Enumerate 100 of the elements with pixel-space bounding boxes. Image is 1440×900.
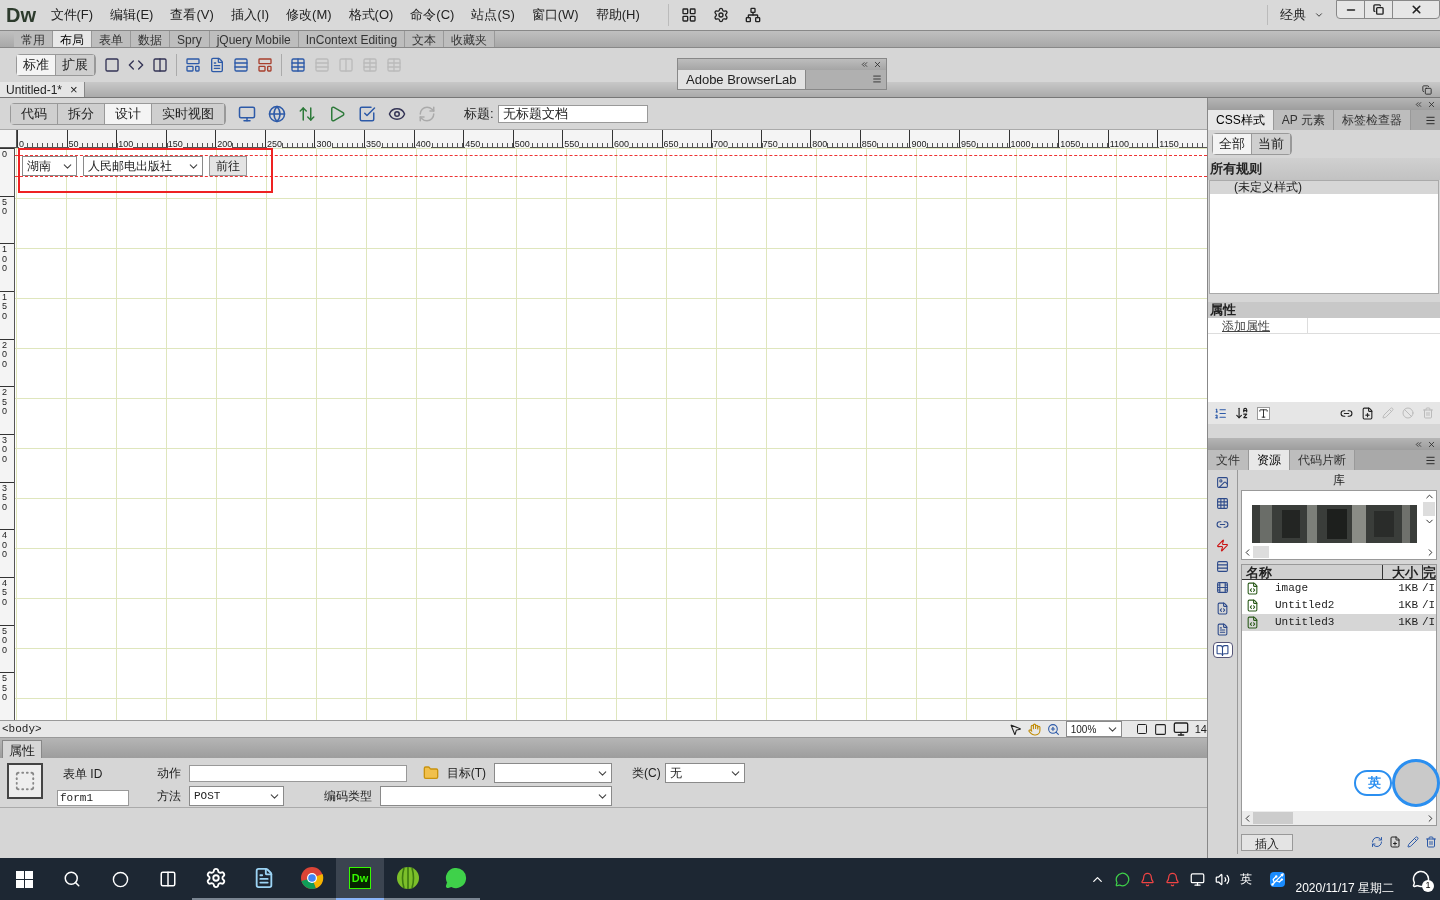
publisher-select[interactable]: 人民邮电出版社 (83, 156, 203, 176)
spry-panel-icon[interactable] (209, 57, 225, 73)
set-properties-icon[interactable] (1257, 406, 1270, 420)
notification-icon[interactable] (1412, 870, 1430, 888)
add-property-link[interactable]: 添加属性 (1208, 318, 1308, 333)
tab[interactable]: 代码片断 (1290, 450, 1355, 470)
insert-button[interactable]: 插入 (1241, 833, 1293, 851)
spry-layout-icon[interactable] (185, 57, 201, 73)
monitor-icon[interactable] (1172, 721, 1189, 737)
menu-item[interactable]: 命令(C) (401, 5, 463, 25)
chrome-icon[interactable] (300, 866, 324, 890)
action-field[interactable] (189, 764, 407, 782)
panel-tab[interactable]: Adobe BrowserLab (678, 69, 806, 89)
cortana-icon[interactable] (111, 870, 129, 888)
menu-item[interactable]: 格式(O) (340, 5, 402, 25)
view-button[interactable]: 实时视图 (152, 103, 225, 124)
menu-item[interactable]: 查看(V) (161, 5, 223, 25)
debug-icon[interactable] (328, 104, 346, 123)
collapse-icon[interactable] (1414, 439, 1423, 449)
scrollbar-thumb[interactable] (1253, 546, 1269, 558)
melon-icon[interactable] (396, 866, 420, 890)
tab[interactable]: jQuery Mobile (209, 31, 299, 47)
class-select[interactable]: 无 (664, 763, 745, 783)
window-size-icon[interactable] (1135, 723, 1148, 735)
task-view-icon[interactable] (159, 870, 177, 888)
scrollbar-thumb[interactable] (1423, 502, 1435, 516)
div-icon[interactable] (104, 57, 120, 73)
tag-selector[interactable]: <body> (0, 720, 42, 738)
enctype-select[interactable] (380, 786, 612, 806)
sort-az-icon[interactable] (1235, 406, 1249, 420)
assistant-avatar[interactable] (1392, 759, 1440, 807)
notepad-icon[interactable] (253, 867, 275, 889)
mode-button[interactable]: 扩展 (56, 55, 95, 75)
panel-menu-icon[interactable] (1425, 114, 1436, 126)
rule-item[interactable]: (未定义样式) (1210, 181, 1438, 194)
category-view-icon[interactable] (1214, 406, 1227, 420)
multiscreen-icon[interactable] (238, 104, 256, 123)
tab[interactable]: 常用 (14, 31, 53, 47)
panel-menu-icon[interactable] (872, 74, 882, 85)
asset-row[interactable]: Untitled2 1KB /I (1242, 597, 1436, 614)
pointer-icon[interactable] (1008, 722, 1022, 736)
tab[interactable]: Spry (170, 31, 210, 47)
color-grid-icon[interactable] (1216, 496, 1229, 510)
input-method[interactable]: 英 (1240, 870, 1253, 888)
trash-icon[interactable] (1425, 836, 1437, 848)
scrollbar-thumb[interactable] (1253, 812, 1293, 824)
menu-item[interactable]: 文件(F) (42, 5, 102, 25)
image-icon[interactable] (1216, 475, 1229, 489)
clock-date[interactable]: 2020/11/17 星期二 (1295, 879, 1394, 900)
mode-button[interactable]: 标准 (17, 55, 56, 75)
refresh-icon[interactable] (1371, 836, 1383, 848)
window-size-icon[interactable] (1153, 722, 1167, 736)
validate-icon[interactable] (358, 104, 376, 123)
mode-button[interactable]: 当前 (1252, 134, 1291, 154)
close-tab-button[interactable]: × (70, 83, 78, 96)
properties-tab[interactable]: 属性 (2, 740, 42, 758)
settings-icon[interactable] (713, 7, 730, 23)
search-icon[interactable] (63, 870, 81, 888)
panel-menu-icon[interactable] (1425, 454, 1436, 466)
form-id-field[interactable]: form1 (57, 789, 129, 806)
tab[interactable]: AP 元素 (1273, 110, 1334, 130)
menu-item[interactable]: 帮助(H) (587, 5, 649, 25)
title-field[interactable]: 无标题文档 (497, 104, 648, 123)
table-icon[interactable] (290, 57, 306, 73)
method-select[interactable]: POST (189, 786, 284, 806)
tab[interactable]: 文件 (1208, 450, 1249, 470)
view-button[interactable]: 代码 (11, 103, 58, 124)
asset-row[interactable]: Untitled3 1KB /I (1242, 614, 1436, 631)
view-button[interactable]: 拆分 (58, 103, 105, 124)
menu-item[interactable]: 编辑(E) (101, 5, 162, 25)
chat-bubble-icon[interactable] (445, 867, 467, 889)
document-tab[interactable]: Untitled-1* (6, 80, 63, 99)
spry-collapsible-icon[interactable] (257, 57, 273, 73)
collapse-icon[interactable] (860, 59, 869, 69)
province-select[interactable]: 湖南 (22, 156, 77, 176)
menu-item[interactable]: 修改(M) (277, 5, 341, 25)
column-header[interactable]: 大小 (1383, 565, 1423, 579)
spry-tabs-icon[interactable] (233, 57, 249, 73)
new-item-icon[interactable] (1389, 836, 1401, 848)
collapse-icon[interactable] (1414, 99, 1423, 109)
script-icon[interactable] (1216, 601, 1229, 615)
file-transfer-icon[interactable] (298, 104, 316, 123)
menu-item[interactable]: 插入(I) (222, 5, 278, 25)
asset-row[interactable]: image 1KB /I (1242, 580, 1436, 597)
book-icon[interactable] (1216, 643, 1229, 657)
mode-button[interactable]: 全部 (1213, 134, 1252, 154)
column-header[interactable]: 名称 (1242, 565, 1383, 579)
dreamweaver-icon[interactable]: Dw (349, 867, 371, 889)
volume-icon[interactable] (1215, 871, 1231, 887)
site-structure-icon[interactable] (745, 7, 762, 23)
close-icon[interactable] (1427, 439, 1436, 449)
column-header[interactable]: 完 (1423, 565, 1436, 579)
restore-icon[interactable] (1422, 84, 1432, 95)
film-icon[interactable] (1216, 580, 1229, 594)
bars-icon[interactable] (1216, 559, 1229, 573)
chat-bubble-icon[interactable] (1115, 871, 1131, 887)
layout-box-icon[interactable] (152, 57, 168, 73)
layout-icon[interactable] (681, 7, 698, 23)
windows-logo-icon[interactable] (15, 870, 33, 888)
tab[interactable]: 收藏夹 (444, 31, 496, 47)
